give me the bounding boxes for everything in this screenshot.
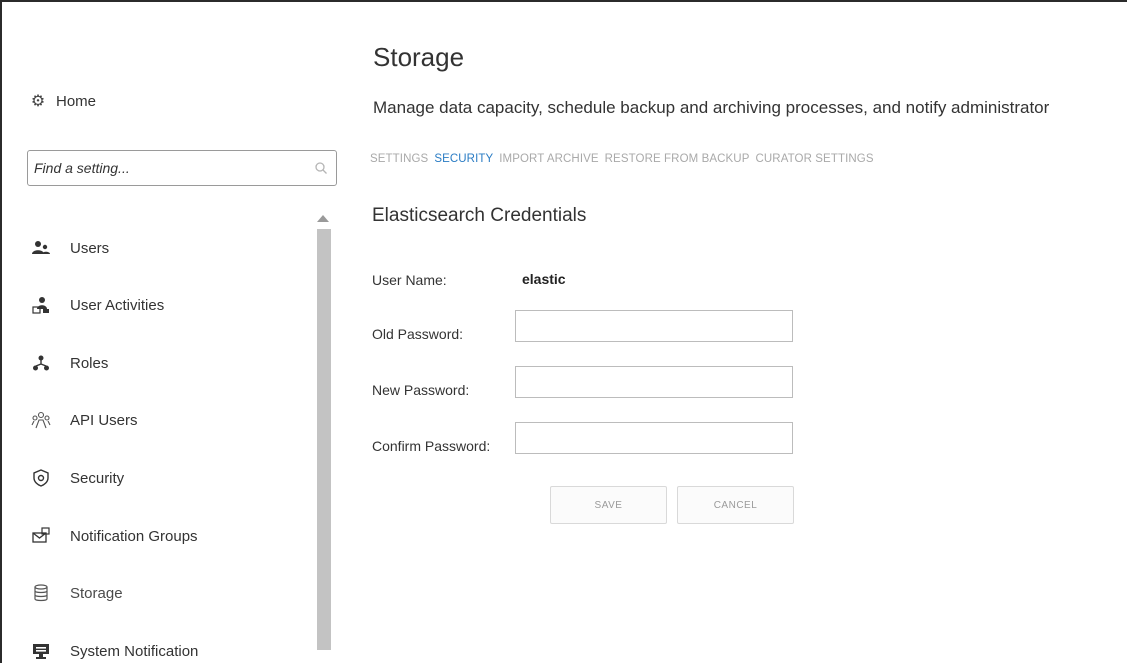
notification-groups-icon [30,527,52,545]
old-password-input[interactable] [516,311,792,341]
shield-icon [30,469,52,487]
api-users-icon [30,411,52,429]
sidebar-item-system-notification[interactable]: System Notification [30,639,198,663]
section-title: Elasticsearch Credentials [372,205,587,226]
sidebar-item-label: API Users [70,411,138,429]
sidebar-item-label: Storage [70,584,123,602]
new-password-input[interactable] [516,367,792,397]
page-title: Storage [373,42,465,72]
search-icon[interactable] [314,161,328,175]
username-value: elastic [522,271,566,287]
tab-bar: SETTINGS SECURITY IMPORT ARCHIVE RESTORE… [370,153,874,165]
tab-import-archive[interactable]: IMPORT ARCHIVE [499,153,598,165]
username-label: User Name: [372,272,447,288]
sidebar-item-label: User Activities [70,296,165,314]
sidebar-item-label: System Notification [70,642,199,660]
user-activities-icon [30,296,52,314]
sidebar-item-roles[interactable]: Roles [30,351,108,375]
sidebar-item-label: Roles [70,354,109,372]
system-notification-icon [30,642,52,660]
confirm-password-input[interactable] [516,423,792,453]
home-link[interactable]: ⚙ Home [30,91,96,111]
page-subtitle: Manage data capacity, schedule backup an… [373,98,1050,117]
sidebar-item-label: Users [70,239,110,257]
new-password-field[interactable] [515,366,793,398]
sidebar-item-notification-groups[interactable]: Notification Groups [30,524,198,548]
tab-curator-settings[interactable]: CURATOR SETTINGS [755,153,873,165]
confirm-password-field[interactable] [515,422,793,454]
cancel-button[interactable]: CANCEL [677,486,794,524]
users-icon [30,239,52,257]
sidebar-item-security[interactable]: Security [30,466,124,490]
sidebar-item-label: Notification Groups [70,527,198,545]
save-button[interactable]: SAVE [550,486,667,524]
sidebar-item-label: Security [70,469,125,487]
tab-security[interactable]: SECURITY [434,153,493,165]
gear-icon: ⚙ [30,93,46,110]
new-password-label: New Password: [372,382,470,398]
confirm-password-label: Confirm Password: [372,438,491,454]
sidebar-item-api-users[interactable]: API Users [30,408,138,432]
tab-restore-from-backup[interactable]: RESTORE FROM BACKUP [605,153,750,165]
sidebar-item-user-activities[interactable]: User Activities [30,293,164,317]
old-password-label: Old Password: [372,326,464,342]
home-label: Home [56,92,97,110]
sidebar-item-storage[interactable]: Storage [30,581,123,605]
search-box[interactable] [27,150,337,186]
tab-settings[interactable]: SETTINGS [370,153,428,165]
scroll-up-arrow[interactable] [317,215,329,222]
search-input[interactable] [28,151,304,185]
database-icon [30,584,52,602]
old-password-field[interactable] [515,310,793,342]
sidebar-item-users[interactable]: Users [30,236,109,260]
sidebar-scrollbar[interactable] [317,229,331,650]
roles-icon [30,354,52,372]
